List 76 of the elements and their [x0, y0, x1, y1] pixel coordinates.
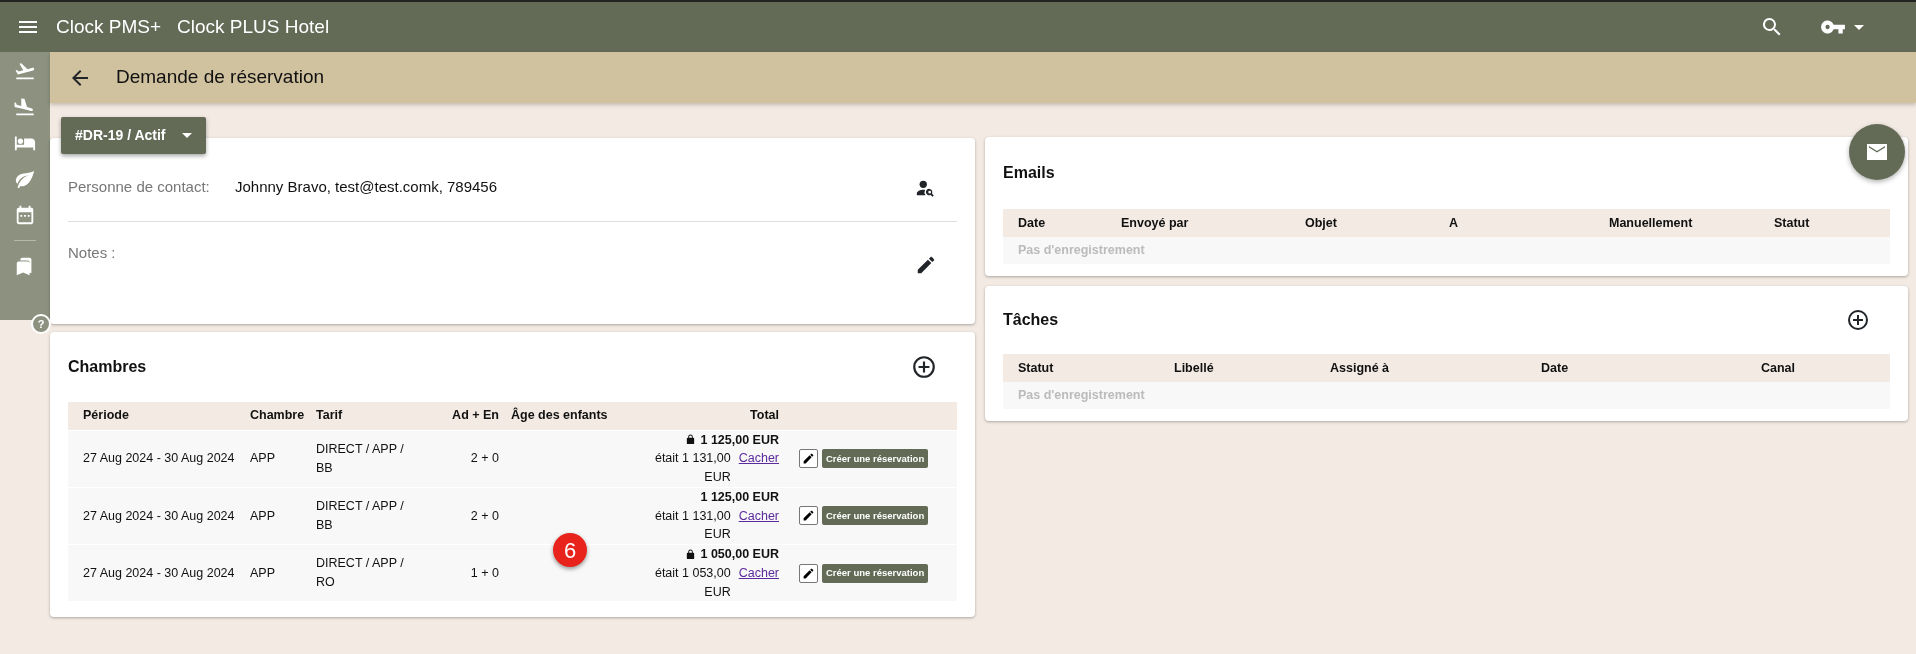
- pencil-icon: [802, 566, 815, 580]
- contact-label: Personne de contact:: [68, 177, 211, 198]
- total-amount: 1 125,00 EUR: [700, 431, 779, 449]
- sidebar-item[interactable]: [14, 204, 36, 226]
- emails-title: Emails: [1003, 163, 1055, 183]
- create-reservation-button[interactable]: Créer une réservation: [822, 563, 929, 583]
- contact-value: Johnny Bravo, test@test.comk, 789456: [235, 177, 498, 198]
- mail-button[interactable]: [1849, 124, 1905, 180]
- app-name: Clock PMS+: [56, 14, 162, 39]
- create-reservation-button[interactable]: Créer une réservation: [822, 449, 929, 469]
- column-header: Envoyé par: [1121, 215, 1189, 230]
- pencil-icon: [802, 509, 815, 523]
- rate-cell: DIRECT / APP / BB: [316, 441, 404, 475]
- total-amount: 1 125,00 EUR: [700, 488, 779, 506]
- pencil-icon: [915, 254, 937, 276]
- arrival-icon: [14, 96, 36, 118]
- sidebar-item[interactable]: [14, 168, 36, 190]
- column-header: Statut: [1018, 360, 1054, 375]
- edit-button[interactable]: [799, 449, 818, 469]
- empty-message: Pas d'enregistrement: [1018, 243, 1145, 258]
- add-task-button[interactable]: [1846, 308, 1870, 332]
- create-reservation-button[interactable]: Créer une réservation: [822, 506, 929, 526]
- period-cell: 27 Aug 2024 - 30 Aug 2024: [83, 508, 235, 523]
- sidebar-item[interactable]: [14, 96, 36, 118]
- edit-button[interactable]: [799, 506, 818, 526]
- column-header: Manuellement: [1609, 215, 1693, 230]
- page-title: Demande de réservation: [116, 65, 325, 90]
- total-amount: 1 050,00 EUR: [700, 546, 779, 563]
- column-header: Assigné à: [1330, 360, 1390, 375]
- tasks-title: Tâches: [1003, 310, 1059, 330]
- previous-amount: était 1 131,00 EUR: [653, 450, 731, 486]
- column-header: Période: [83, 408, 129, 423]
- departure-icon: [14, 60, 36, 82]
- add-room-button[interactable]: [911, 354, 937, 380]
- column-header: Chambre: [250, 408, 305, 423]
- rate-cell: DIRECT / APP / BB: [316, 499, 404, 532]
- column-header: A: [1449, 215, 1459, 230]
- room-cell: APP: [250, 508, 275, 523]
- column-header: Date: [1018, 215, 1046, 230]
- sidebar-item[interactable]: [14, 60, 36, 82]
- guests-cell: 2 + 0: [470, 508, 499, 523]
- status-dropdown[interactable]: #DR-19 / Actif: [61, 117, 206, 154]
- room-cell: APP: [250, 451, 275, 466]
- column-header: Ad + En: [452, 408, 499, 423]
- hide-link[interactable]: Cacher: [738, 506, 779, 544]
- column-header: Âge des enfants: [511, 408, 608, 423]
- help-button[interactable]: ?: [31, 314, 51, 334]
- column-header: Libellé: [1174, 360, 1214, 375]
- lock-icon: [685, 548, 697, 560]
- column-header: Objet: [1305, 215, 1337, 230]
- column-header: Total: [750, 408, 779, 423]
- notes-label: Notes :: [68, 243, 116, 263]
- column-header: Canal: [1761, 360, 1796, 375]
- empty-message: Pas d'enregistrement: [1018, 388, 1145, 403]
- calendar-icon: [14, 204, 36, 226]
- period-cell: 27 Aug 2024 - 30 Aug 2024: [83, 565, 235, 580]
- column-header: Date: [1541, 360, 1569, 375]
- guests-cell: 2 + 0: [470, 451, 499, 466]
- rate-cell: DIRECT / APP / RO: [316, 556, 404, 590]
- edit-notes-button[interactable]: [915, 254, 937, 276]
- previous-amount: était 1 053,00 EUR: [653, 564, 731, 601]
- hide-link[interactable]: Cacher: [738, 563, 779, 602]
- pencil-icon: [802, 452, 815, 466]
- lock-icon: [685, 434, 697, 446]
- leaf-icon: [14, 168, 36, 190]
- column-header: Tarif: [316, 408, 343, 423]
- guests-cell: 1 + 0: [470, 565, 499, 580]
- caret-icon: [1854, 24, 1864, 30]
- period-cell: 27 Aug 2024 - 30 Aug 2024: [83, 451, 235, 466]
- hotel-name: Clock PLUS Hotel: [177, 14, 330, 39]
- column-header: Statut: [1774, 215, 1810, 230]
- previous-amount: était 1 131,00 EUR: [653, 507, 731, 544]
- rooms-title: Chambres: [68, 357, 147, 377]
- hide-link[interactable]: Cacher: [738, 449, 779, 487]
- room-cell: APP: [250, 565, 275, 580]
- edit-button[interactable]: [799, 563, 818, 583]
